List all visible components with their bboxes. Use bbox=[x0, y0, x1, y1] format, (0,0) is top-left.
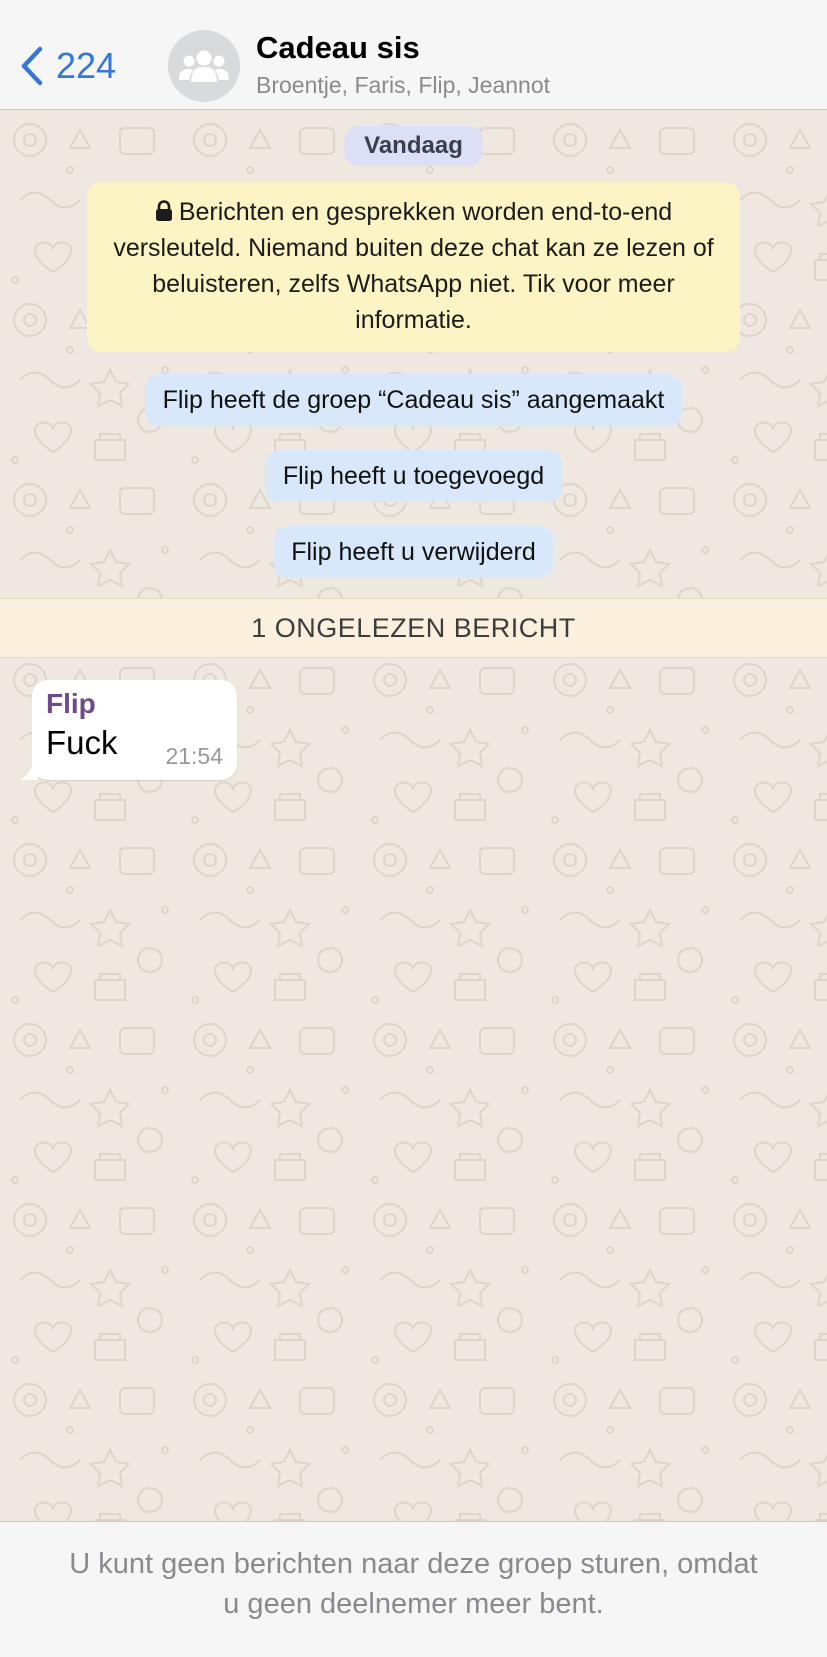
message-text: Fuck bbox=[46, 724, 118, 761]
chat-title[interactable]: Cadeau sis bbox=[256, 30, 420, 66]
chat-participants[interactable]: Broentje, Faris, Flip, Jeannot bbox=[256, 72, 550, 99]
date-divider: Vandaag bbox=[344, 126, 483, 166]
message-time: 21:54 bbox=[165, 743, 223, 769]
cannot-send-line-1: U kunt geen berichten naar deze groep st… bbox=[69, 1548, 758, 1580]
message-sender[interactable]: Flip bbox=[46, 688, 96, 720]
back-button[interactable]: 224 bbox=[20, 38, 116, 94]
system-message: Flip heeft u verwijderd bbox=[273, 526, 554, 578]
cannot-send-notice: U kunt geen berichten naar deze groep st… bbox=[0, 1521, 827, 1657]
lock-icon bbox=[155, 200, 172, 221]
message-bubble[interactable]: Flip Fuck 21:54 bbox=[20, 680, 237, 780]
cannot-send-line-2: u geen deelnemer meer bent. bbox=[223, 1588, 604, 1620]
system-message: Flip heeft de groep “Cadeau sis” aangema… bbox=[144, 374, 683, 426]
group-icon bbox=[179, 50, 229, 82]
chevron-left-icon bbox=[21, 46, 43, 86]
chat-area[interactable]: Vandaag Berichten en gesprekken worden e… bbox=[0, 110, 827, 1521]
chat-header: 224 Cadeau sis Broentje, Faris, Flip, Je… bbox=[0, 0, 827, 110]
unread-messages-divider: 1 ONGELEZEN BERICHT bbox=[0, 598, 827, 658]
system-message: Flip heeft u toegevoegd bbox=[264, 450, 563, 502]
group-avatar[interactable] bbox=[168, 30, 240, 102]
bubble-tail bbox=[20, 760, 38, 780]
encryption-notice-text: Berichten en gesprekken worden end-to-en… bbox=[113, 198, 714, 334]
encryption-notice[interactable]: Berichten en gesprekken worden end-to-en… bbox=[87, 182, 740, 352]
unread-chats-count: 224 bbox=[56, 45, 117, 86]
